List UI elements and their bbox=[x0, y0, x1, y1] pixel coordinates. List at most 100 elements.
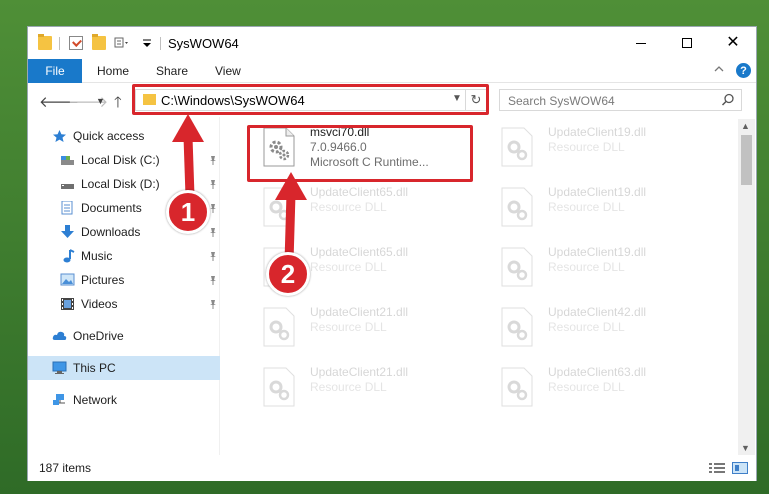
pin-icon[interactable] bbox=[208, 154, 218, 165]
sidebar-item-onedrive[interactable]: OneDrive bbox=[28, 324, 220, 348]
sidebar-item-quick-access[interactable]: Quick access bbox=[28, 124, 220, 148]
sidebar-item-label: Local Disk (D:) bbox=[81, 177, 160, 191]
minimize-icon bbox=[636, 42, 646, 44]
help-icon[interactable]: ? bbox=[736, 63, 751, 78]
scrollbar-thumb[interactable] bbox=[741, 135, 752, 185]
pin-icon[interactable] bbox=[208, 274, 218, 285]
up-arrow-icon[interactable]: 🡑 bbox=[114, 92, 122, 117]
file-explorer-window: SysWOW64 ✕ File Home Share View ? 🡐 🡒 ▼ … bbox=[27, 26, 757, 481]
dll-file-icon bbox=[262, 367, 296, 407]
scroll-up-icon[interactable]: ▲ bbox=[741, 121, 750, 131]
sidebar-item-label: Documents bbox=[81, 201, 142, 215]
file-name: UpdateClient63.dll bbox=[548, 365, 647, 379]
status-bar: 187 items bbox=[28, 455, 756, 481]
pictures-icon bbox=[60, 273, 75, 287]
file-name: UpdateClient21.dll bbox=[310, 305, 409, 319]
file-type: Resource DLL bbox=[548, 140, 625, 154]
maximize-icon bbox=[682, 38, 692, 48]
vertical-scrollbar[interactable]: ▲ ▼ bbox=[738, 119, 755, 455]
title-bar: SysWOW64 ✕ bbox=[28, 27, 756, 59]
file-item[interactable]: UpdateClient42.dll Resource DLL bbox=[485, 297, 713, 353]
sidebar-item-label: Videos bbox=[81, 297, 118, 311]
file-item[interactable]: UpdateClient21.dll Resource DLL bbox=[247, 357, 475, 413]
sidebar-item-pictures[interactable]: Pictures bbox=[28, 268, 220, 292]
sidebar-item-this-pc[interactable]: This PC bbox=[28, 356, 220, 380]
maximize-button[interactable] bbox=[664, 27, 710, 59]
close-icon: ✕ bbox=[726, 34, 740, 51]
file-name: UpdateClient42.dll bbox=[548, 305, 647, 319]
file-item[interactable]: UpdateClient65.dll Resource DLL bbox=[247, 177, 475, 233]
sidebar-item-label: Quick access bbox=[73, 129, 145, 143]
divider bbox=[160, 37, 161, 50]
file-type: Resource DLL bbox=[310, 380, 387, 394]
star-icon bbox=[52, 129, 67, 143]
sidebar-item-label: OneDrive bbox=[73, 329, 124, 343]
tiles-view-icon[interactable] bbox=[732, 462, 748, 474]
properties-icon[interactable] bbox=[69, 36, 83, 50]
search-input[interactable]: Search SysWOW64 bbox=[499, 89, 742, 111]
tab-home[interactable]: Home bbox=[97, 64, 129, 78]
tab-file[interactable]: File bbox=[28, 59, 82, 83]
videos-icon bbox=[60, 297, 75, 311]
divider bbox=[59, 37, 60, 50]
file-type: Resource DLL bbox=[548, 380, 625, 394]
sidebar-item-videos[interactable]: Videos bbox=[28, 292, 220, 316]
file-type: Resource DLL bbox=[310, 260, 387, 274]
file-type: Resource DLL bbox=[310, 320, 387, 334]
customize-toolbar-icon[interactable] bbox=[142, 36, 156, 50]
file-name: UpdateClient19.dll bbox=[548, 245, 647, 259]
file-name: UpdateClient65.dll bbox=[310, 185, 409, 199]
sidebar-item-label: Music bbox=[81, 249, 113, 263]
navigation-bar: 🡐 🡒 ▼ 🡑 C:\Windows\SysWOW64 ▼ ↻ Search S… bbox=[28, 83, 756, 117]
details-view-icon[interactable] bbox=[709, 462, 725, 474]
item-count: 187 items bbox=[39, 461, 92, 475]
file-item[interactable]: UpdateClient19.dll Resource DLL bbox=[485, 177, 713, 233]
step-1-badge: 1 bbox=[166, 190, 210, 234]
file-item[interactable]: UpdateClient19.dll Resource DLL bbox=[485, 117, 713, 173]
file-name: UpdateClient21.dll bbox=[310, 365, 409, 379]
search-placeholder: Search SysWOW64 bbox=[508, 94, 615, 108]
sidebar-item-network[interactable]: Network bbox=[28, 388, 220, 412]
drive-icon bbox=[60, 153, 75, 167]
dll-file-icon bbox=[500, 367, 534, 407]
file-item[interactable]: UpdateClient21.dll Resource DLL bbox=[247, 297, 475, 353]
pin-icon[interactable] bbox=[208, 298, 218, 309]
documents-icon bbox=[60, 200, 75, 215]
sidebar-item-label: Local Disk (C:) bbox=[81, 153, 160, 167]
address-highlight-box bbox=[132, 84, 489, 115]
cloud-icon bbox=[52, 329, 67, 343]
sidebar-item-music[interactable]: Music bbox=[28, 244, 220, 268]
drive-icon bbox=[60, 177, 75, 191]
folder-icon bbox=[38, 34, 52, 50]
sidebar-item-label: Downloads bbox=[81, 225, 141, 239]
dll-file-icon bbox=[262, 187, 296, 227]
dll-file-icon bbox=[500, 307, 534, 347]
file-type: Resource DLL bbox=[548, 260, 625, 274]
dll-file-icon bbox=[500, 247, 534, 287]
minimize-button[interactable] bbox=[618, 27, 664, 59]
ribbon-tabs: File Home Share View ? bbox=[28, 59, 756, 83]
pin-icon[interactable] bbox=[208, 226, 218, 237]
scroll-down-icon[interactable]: ▼ bbox=[741, 443, 750, 453]
recent-locations-icon[interactable]: ▼ bbox=[96, 96, 105, 106]
close-button[interactable]: ✕ bbox=[710, 27, 756, 59]
tab-view[interactable]: View bbox=[215, 64, 241, 78]
pin-icon[interactable] bbox=[208, 250, 218, 261]
quick-access-menu-icon[interactable] bbox=[114, 36, 128, 50]
dll-file-icon bbox=[500, 127, 534, 167]
expand-ribbon-icon[interactable] bbox=[714, 63, 724, 73]
dll-file-icon bbox=[500, 187, 534, 227]
file-type: Resource DLL bbox=[548, 200, 625, 214]
file-type: Resource DLL bbox=[548, 320, 625, 334]
tab-share[interactable]: Share bbox=[156, 64, 188, 78]
file-item[interactable]: UpdateClient19.dll Resource DLL bbox=[485, 237, 713, 293]
pin-icon[interactable] bbox=[208, 178, 218, 189]
file-name: UpdateClient19.dll bbox=[548, 185, 647, 199]
music-icon bbox=[60, 249, 75, 263]
sidebar-item-local-disk-c[interactable]: Local Disk (C:) bbox=[28, 148, 220, 172]
navigation-pane: Quick access Local Disk (C:) Local Disk … bbox=[28, 117, 220, 455]
computer-icon bbox=[52, 361, 67, 375]
new-folder-icon[interactable] bbox=[92, 34, 106, 50]
file-item[interactable]: UpdateClient63.dll Resource DLL bbox=[485, 357, 713, 413]
search-icon[interactable] bbox=[721, 93, 735, 107]
